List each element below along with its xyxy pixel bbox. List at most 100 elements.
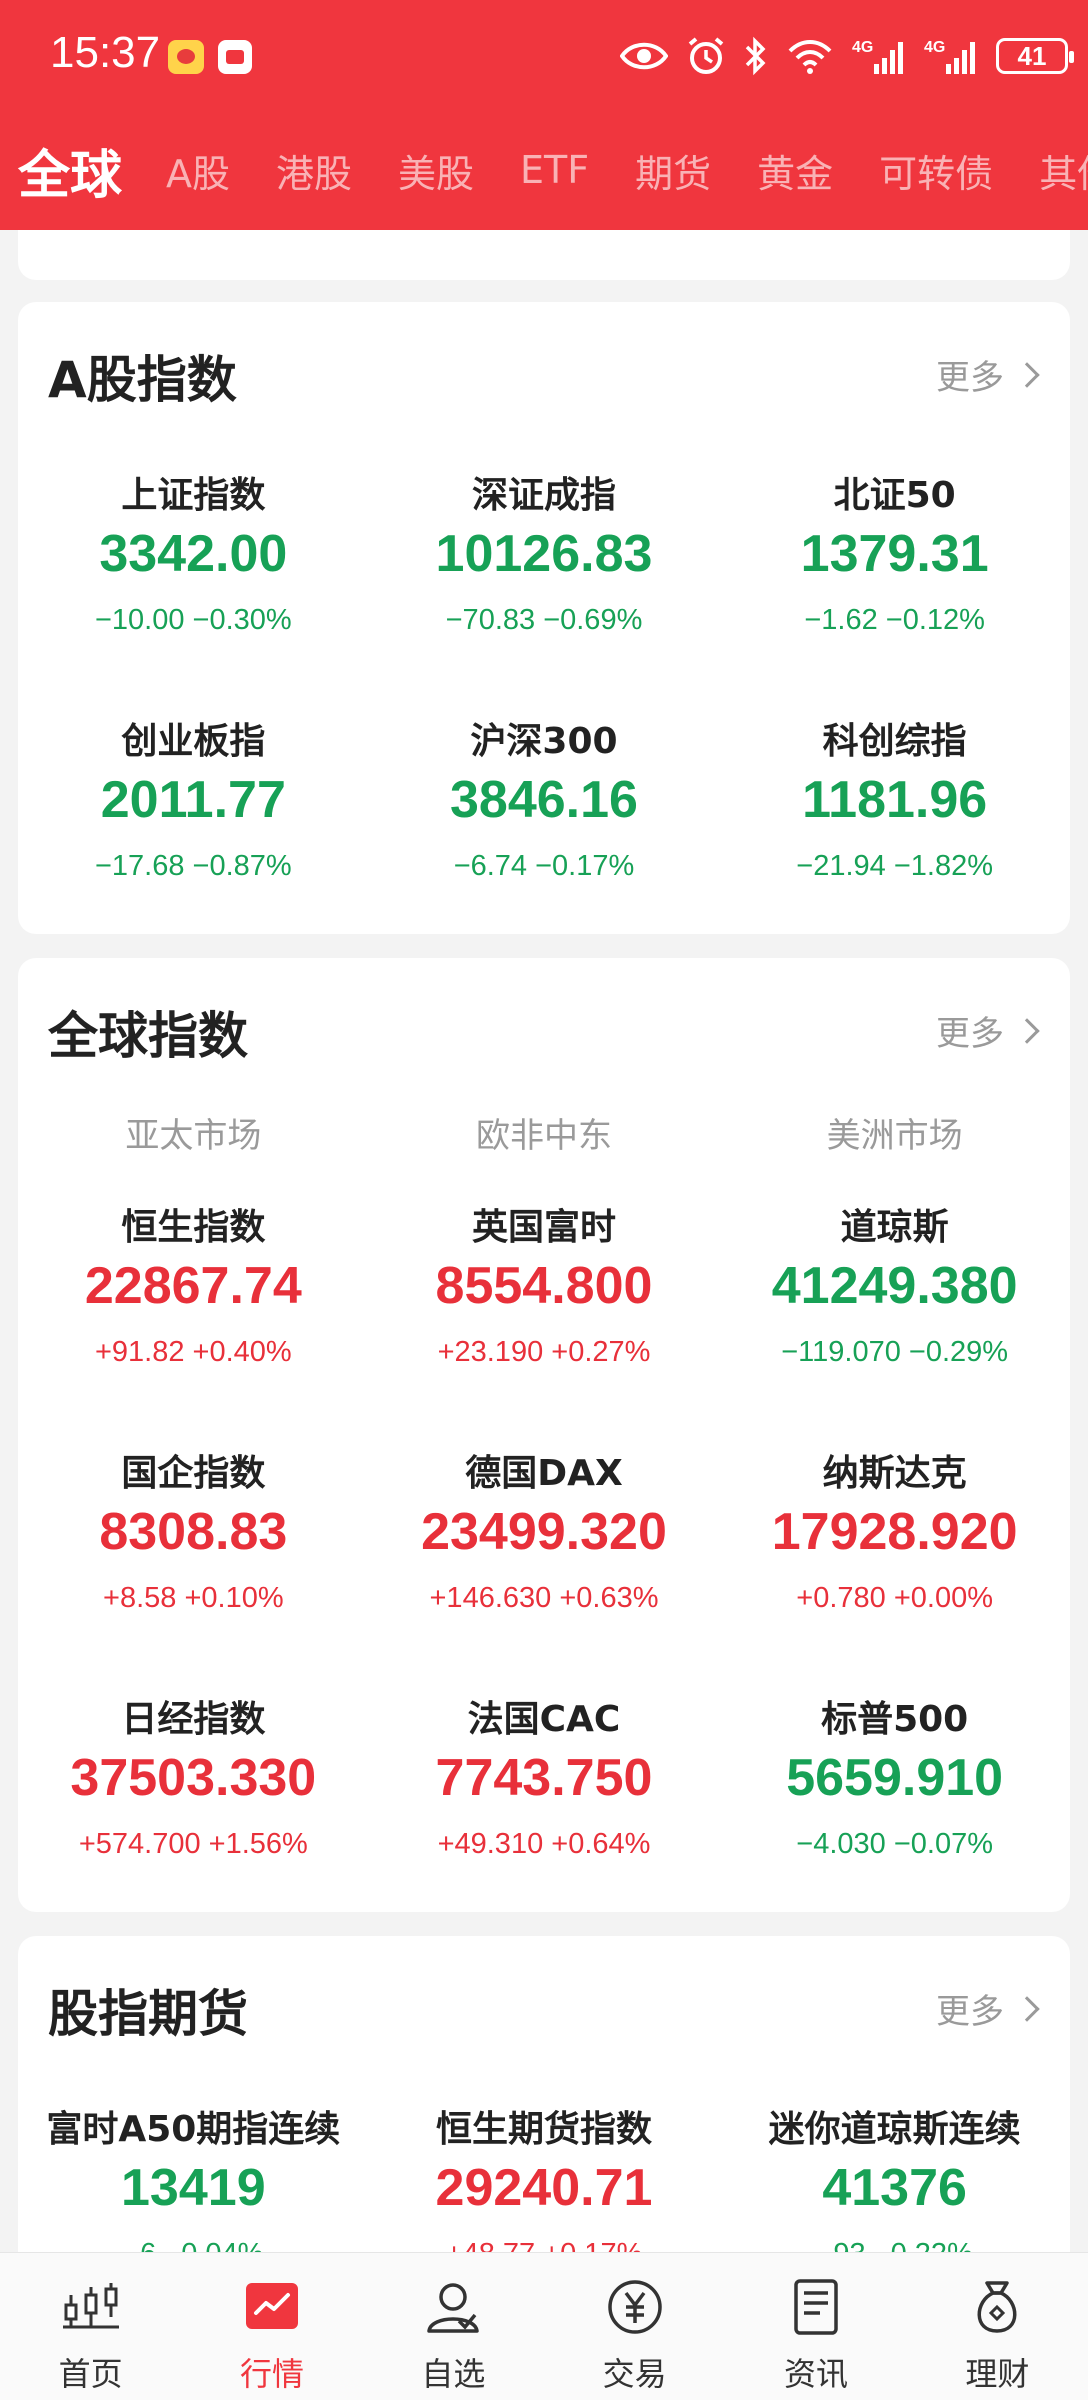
index-item[interactable]: 标普500 5659.910 −4.030 −0.07% (719, 1690, 1070, 1912)
tab-other[interactable]: 其他 (1039, 143, 1088, 198)
candlestick-icon (62, 2283, 119, 2329)
index-value: 41376 (822, 2159, 967, 2217)
index-change: −1.62 −0.12% (804, 604, 985, 636)
signal-4g-icon-2: 4G (924, 39, 975, 74)
index-grid: 上证指数 3342.00 −10.00 −0.30% 深证成指 10126.83 −70.… (18, 466, 1070, 934)
index-value: 37503.330 (70, 1749, 317, 1807)
nav-label: 交易 (602, 2355, 667, 2393)
index-item[interactable]: 日经指数 37503.330 +574.700 +1.56% (18, 1690, 369, 1912)
index-name: 上证指数 (121, 475, 266, 516)
tab-us[interactable]: 美股 (398, 143, 474, 198)
nav-market[interactable]: 行情 (181, 2253, 362, 2400)
index-item[interactable]: 德国DAX 23499.320 +146.630 +0.63% (369, 1444, 720, 1690)
index-name: 创业板指 (121, 721, 266, 762)
index-item[interactable]: 道琼斯 41249.380 −119.070 −0.29% (719, 1198, 1070, 1444)
index-value: 10126.83 (435, 525, 653, 583)
svg-text:4G: 4G (852, 39, 873, 56)
index-item[interactable]: 北证50 1379.31 −1.62 −0.12% (719, 466, 1070, 712)
index-value: 3846.16 (450, 771, 638, 829)
nav-trade[interactable]: 交易 (544, 2253, 725, 2400)
index-item[interactable]: 上证指数 3342.00 −10.00 −0.30% (18, 466, 369, 712)
index-change: −10.00 −0.30% (94, 604, 292, 636)
bottom-navigation: 首页 行情 自选 交易 资讯 理财 (0, 2252, 1088, 2400)
money-bag-icon (977, 2281, 1017, 2333)
region-asia-pacific[interactable]: 亚太市场 (18, 1108, 369, 1157)
index-item[interactable]: 恒生指数 22867.74 +91.82 +0.40% (18, 1198, 369, 1444)
index-item[interactable]: 创业板指 2011.77 −17.68 −0.87% (18, 712, 369, 934)
bluetooth-icon (745, 36, 766, 76)
nav-watchlist[interactable]: 自选 (363, 2253, 544, 2400)
index-change: −6.74 −0.17% (453, 850, 635, 882)
tab-global[interactable]: 全球 (18, 133, 122, 208)
tab-futures[interactable]: 期货 (635, 143, 711, 198)
more-label: 更多 (936, 1992, 1004, 2032)
tab-convertible[interactable]: 可转债 (879, 143, 993, 198)
person-icon (427, 2283, 480, 2333)
index-change: −17.68 −0.87% (94, 850, 292, 882)
svg-text:4G: 4G (924, 39, 945, 56)
index-value: 8554.800 (435, 1257, 653, 1315)
card-title: 股指期货 (48, 1985, 248, 2043)
tab-hk[interactable]: 港股 (276, 143, 352, 198)
index-grid: 恒生指数 22867.74 +91.82 +0.40% 英国富时 8554.800 +23… (18, 1198, 1070, 1912)
index-item[interactable]: 英国富时 8554.800 +23.190 +0.27% (369, 1198, 720, 1444)
more-button[interactable]: 更多 (936, 350, 1040, 399)
index-change: +23.190 +0.27% (437, 1336, 651, 1368)
index-item[interactable]: 国企指数 8308.83 +8.58 +0.10% (18, 1444, 369, 1690)
region-americas[interactable]: 美洲市场 (719, 1108, 1070, 1157)
index-change: +49.310 +0.64% (437, 1828, 651, 1860)
card-title: 全球指数 (48, 1007, 248, 1065)
index-change: +0.780 +0.00% (796, 1582, 994, 1614)
index-value: 5659.910 (786, 1749, 1004, 1807)
header: 15:37 4G 4G 41 全球 A股 港股 美股 ETF 期货 黄金 可转债… (0, 0, 1088, 230)
index-change: +91.82 +0.40% (94, 1336, 292, 1368)
tab-gold[interactable]: 黄金 (757, 143, 833, 198)
index-value: 41249.380 (771, 1257, 1018, 1315)
index-value: 8308.83 (99, 1503, 288, 1561)
tab-etf[interactable]: ETF (520, 148, 589, 192)
nav-wealth[interactable]: 理财 (907, 2253, 1088, 2400)
nav-news[interactable]: 资讯 (725, 2253, 906, 2400)
region-headers: 亚太市场 欧非中东 美洲市场 (18, 1108, 1070, 1157)
index-item[interactable]: 沪深300 3846.16 −6.74 −0.17% (369, 712, 720, 934)
index-change: −4.030 −0.07% (796, 1828, 994, 1860)
index-change: +146.630 +0.63% (429, 1582, 659, 1614)
index-value: 17928.920 (771, 1503, 1018, 1561)
more-button[interactable]: 更多 (936, 1984, 1040, 2033)
index-name: 富时A50期指连续 (46, 2109, 341, 2150)
nav-home[interactable]: 首页 (0, 2253, 181, 2400)
document-icon (794, 2279, 838, 2335)
index-name: 深证成指 (471, 475, 616, 516)
index-value: 2011.77 (100, 771, 286, 829)
global-index-card: 全球指数 更多 亚太市场 欧非中东 美洲市场 恒生指数 22867.74 +91.8… (18, 958, 1070, 1912)
index-change: +574.700 +1.56% (78, 1828, 308, 1860)
wifi-icon (788, 40, 832, 74)
more-button[interactable]: 更多 (936, 1006, 1040, 1055)
index-item[interactable]: 科创综指 1181.96 −21.94 −1.82% (719, 712, 1070, 934)
index-name: 沪深300 (470, 721, 618, 762)
nav-label: 理财 (965, 2355, 1030, 2393)
index-item[interactable]: 深证成指 10126.83 −70.83 −0.69% (369, 466, 720, 712)
index-name: 北证50 (833, 475, 956, 516)
chevron-right-icon (1014, 361, 1040, 388)
index-value: 3342.00 (99, 525, 288, 583)
status-bar: 15:37 4G 4G 41 (0, 0, 1088, 110)
index-item[interactable]: 法国CAC 7743.750 +49.310 +0.64% (369, 1690, 720, 1912)
region-emea[interactable]: 欧非中东 (369, 1108, 720, 1157)
index-item[interactable]: 纳斯达克 17928.920 +0.780 +0.00% (719, 1444, 1070, 1690)
index-change: −119.070 −0.29% (781, 1336, 1009, 1368)
battery-level: 41 (1017, 40, 1047, 71)
index-name: 科创综指 (822, 721, 967, 762)
index-name: 英国富时 (471, 1207, 616, 1248)
card-title: A股指数 (48, 351, 237, 409)
index-change: +8.58 +0.10% (103, 1582, 284, 1614)
index-name: 迷你道琼斯连续 (768, 2109, 1021, 2150)
index-value: 22867.74 (84, 1257, 302, 1315)
market-chart-icon (245, 2283, 298, 2329)
tab-a-share[interactable]: A股 (166, 143, 230, 198)
yuan-icon (607, 2280, 662, 2334)
signal-4g-icon: 4G (852, 39, 903, 74)
system-icons: 4G 4G 41 (620, 32, 1074, 80)
index-value: 13419 (121, 2159, 266, 2217)
index-value: 7743.750 (435, 1749, 653, 1807)
